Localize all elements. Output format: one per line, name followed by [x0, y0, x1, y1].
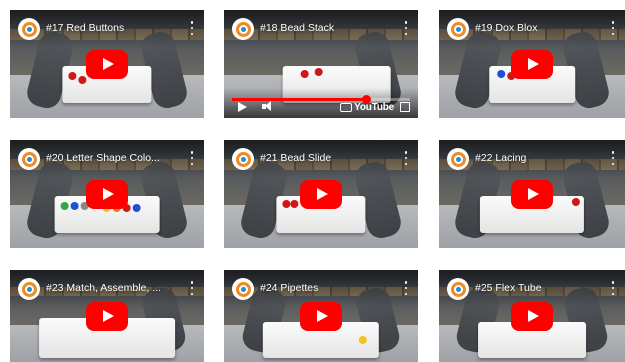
channel-avatar-icon[interactable] — [18, 148, 40, 170]
youtube-play-icon[interactable] — [300, 180, 342, 209]
video-title[interactable]: #21 Bead Slide — [260, 152, 394, 164]
progress-fill — [232, 98, 366, 101]
more-options-icon[interactable] — [186, 281, 198, 295]
video-title[interactable]: #23 Match, Assemble, ... — [46, 282, 180, 294]
channel-avatar-icon[interactable] — [232, 148, 254, 170]
youtube-play-icon[interactable] — [86, 302, 128, 331]
video-card[interactable]: #21 Bead Slide — [224, 140, 418, 248]
channel-avatar-icon[interactable] — [18, 278, 40, 300]
youtube-play-icon[interactable] — [300, 302, 342, 331]
video-card[interactable]: #24 Pipettes — [224, 270, 418, 362]
video-title[interactable]: #24 Pipettes — [260, 282, 394, 294]
video-card[interactable]: #22 Lacing — [439, 140, 625, 248]
more-options-icon[interactable] — [186, 151, 198, 165]
video-card[interactable]: #20 Letter Shape Colo... — [10, 140, 204, 248]
channel-avatar-icon[interactable] — [18, 18, 40, 40]
video-title[interactable]: #22 Lacing — [475, 152, 601, 164]
video-title[interactable]: #25 Flex Tube — [475, 282, 601, 294]
captions-icon[interactable] — [340, 103, 352, 112]
channel-avatar-icon[interactable] — [447, 18, 469, 40]
player-controls: YouTube — [224, 88, 418, 118]
play-icon[interactable] — [238, 102, 247, 112]
volume-icon[interactable] — [262, 101, 274, 112]
video-card[interactable]: #19 Dox Blox — [439, 10, 625, 118]
more-options-icon[interactable] — [607, 281, 619, 295]
more-options-icon[interactable] — [607, 21, 619, 35]
youtube-play-icon[interactable] — [511, 50, 553, 79]
progress-bar[interactable] — [232, 95, 410, 104]
more-options-icon[interactable] — [186, 21, 198, 35]
video-card[interactable]: #17 Red Buttons — [10, 10, 204, 118]
more-options-icon[interactable] — [400, 151, 412, 165]
channel-avatar-icon[interactable] — [232, 278, 254, 300]
video-card[interactable]: #23 Match, Assemble, ... — [10, 270, 204, 362]
youtube-play-icon[interactable] — [86, 180, 128, 209]
channel-avatar-icon[interactable] — [232, 18, 254, 40]
youtube-logo[interactable]: YouTube — [354, 102, 394, 113]
youtube-play-icon[interactable] — [511, 180, 553, 209]
more-options-icon[interactable] — [400, 21, 412, 35]
video-title[interactable]: #19 Dox Blox — [475, 22, 601, 34]
video-title[interactable]: #17 Red Buttons — [46, 22, 180, 34]
youtube-play-icon[interactable] — [86, 50, 128, 79]
video-title[interactable]: #20 Letter Shape Colo... — [46, 152, 180, 164]
fullscreen-icon[interactable] — [400, 102, 410, 112]
more-options-icon[interactable] — [400, 281, 412, 295]
channel-avatar-icon[interactable] — [447, 148, 469, 170]
video-card-playing[interactable]: #18 Bead Stack YouTube — [224, 10, 418, 118]
video-card[interactable]: #25 Flex Tube — [439, 270, 625, 362]
video-grid: #17 Red Buttons #18 Bead Stack YouTube #… — [0, 0, 625, 362]
more-options-icon[interactable] — [607, 151, 619, 165]
channel-avatar-icon[interactable] — [447, 278, 469, 300]
youtube-play-icon[interactable] — [511, 302, 553, 331]
video-title[interactable]: #18 Bead Stack — [260, 22, 394, 34]
